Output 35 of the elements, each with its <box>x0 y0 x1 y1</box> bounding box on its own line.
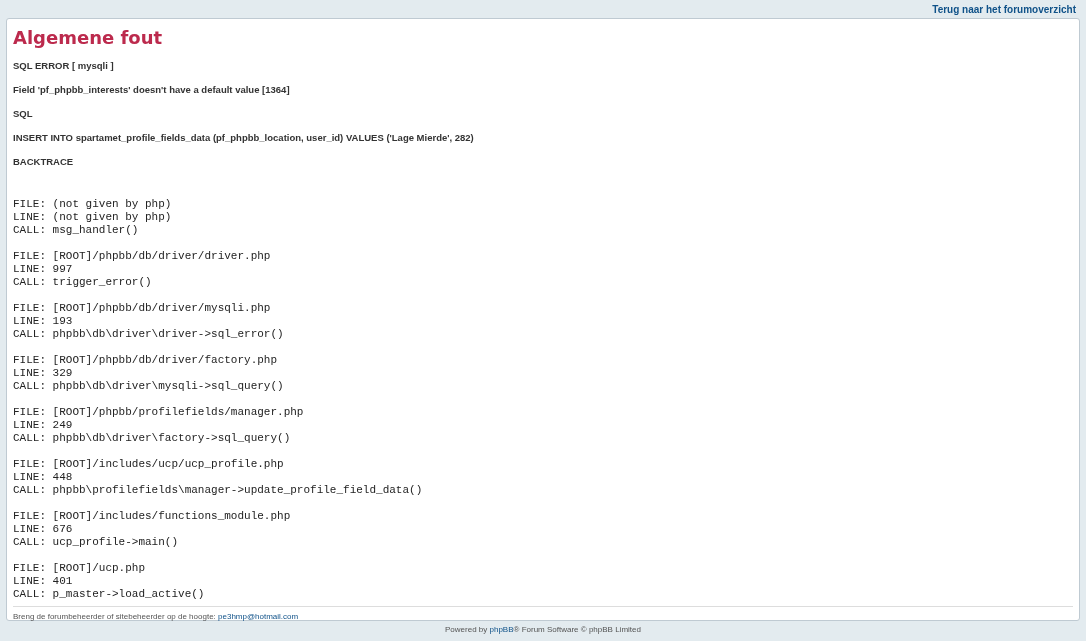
trace-line: LINE: (not given by php) <box>13 211 173 224</box>
error-message: INSERT INTO spartamet_profile_fields_data (pf_phpbb_location, user_id) VALUES ('Lage Mierde', 282) <box>13 132 475 144</box>
trace-line: LINE: 448 <box>13 471 74 484</box>
trace-call: CALL: p_master->load_active() <box>13 588 206 601</box>
trace-line: LINE: 249 <box>13 419 74 432</box>
error-message: SQL ERROR [ mysqli ] <box>13 60 115 72</box>
trace-line: LINE: 676 <box>13 523 74 536</box>
error-message: BACKTRACE <box>13 156 75 168</box>
trace-call: CALL: msg_handler() <box>13 224 140 237</box>
trace-call: CALL: phpbb\db\driver\mysqli->sql_query() <box>13 380 285 393</box>
contact-text: Breng de forumbeheerder of sitebeheerder op de hoogte: pe3hmp@hotmail.com <box>13 612 300 621</box>
trace-line: LINE: 401 <box>13 575 74 588</box>
back-to-forum-link[interactable]: Terug naar het forumoverzicht <box>932 3 1076 15</box>
trace-line: LINE: 997 <box>13 263 74 276</box>
trace-call: CALL: trigger_error() <box>13 276 153 289</box>
error-message: SQL <box>13 108 34 120</box>
trace-call: CALL: ucp_profile->main() <box>13 536 180 549</box>
trace-file: FILE: [ROOT]/includes/functions_module.php <box>13 510 292 523</box>
powered-by-text: Powered by phpBB® Forum Software © phpBB Limited <box>445 625 641 634</box>
error-title: Algemene fout <box>13 27 164 48</box>
trace-line: LINE: 193 <box>13 315 74 328</box>
email-link[interactable]: pe3hmp@hotmail.com <box>218 612 299 621</box>
error-message: Field 'pf_phpbb_interests' doesn't have a default value [1364] <box>13 84 291 96</box>
trace-line: LINE: 329 <box>13 367 74 380</box>
trace-file: FILE: [ROOT]/phpbb/db/driver/mysqli.php <box>13 302 272 315</box>
trace-call: CALL: phpbb\db\driver\driver->sql_error() <box>13 328 285 341</box>
trace-call: CALL: phpbb\profilefields\manager->update_profile_field_data() <box>13 484 424 497</box>
trace-call: CALL: phpbb\db\driver\factory->sql_query() <box>13 432 292 445</box>
trace-file: FILE: [ROOT]/includes/ucp/ucp_profile.php <box>13 458 285 471</box>
trace-file: FILE: [ROOT]/phpbb/db/driver/driver.php <box>13 250 272 263</box>
trace-file: FILE: [ROOT]/ucp.php <box>13 562 147 575</box>
trace-file: FILE: [ROOT]/phpbb/profilefields/manager.php <box>13 406 305 419</box>
trace-file: FILE: [ROOT]/phpbb/db/driver/factory.php <box>13 354 279 367</box>
trace-file: FILE: (not given by php) <box>13 198 173 211</box>
phpbb-link[interactable]: phpBB <box>489 625 514 634</box>
